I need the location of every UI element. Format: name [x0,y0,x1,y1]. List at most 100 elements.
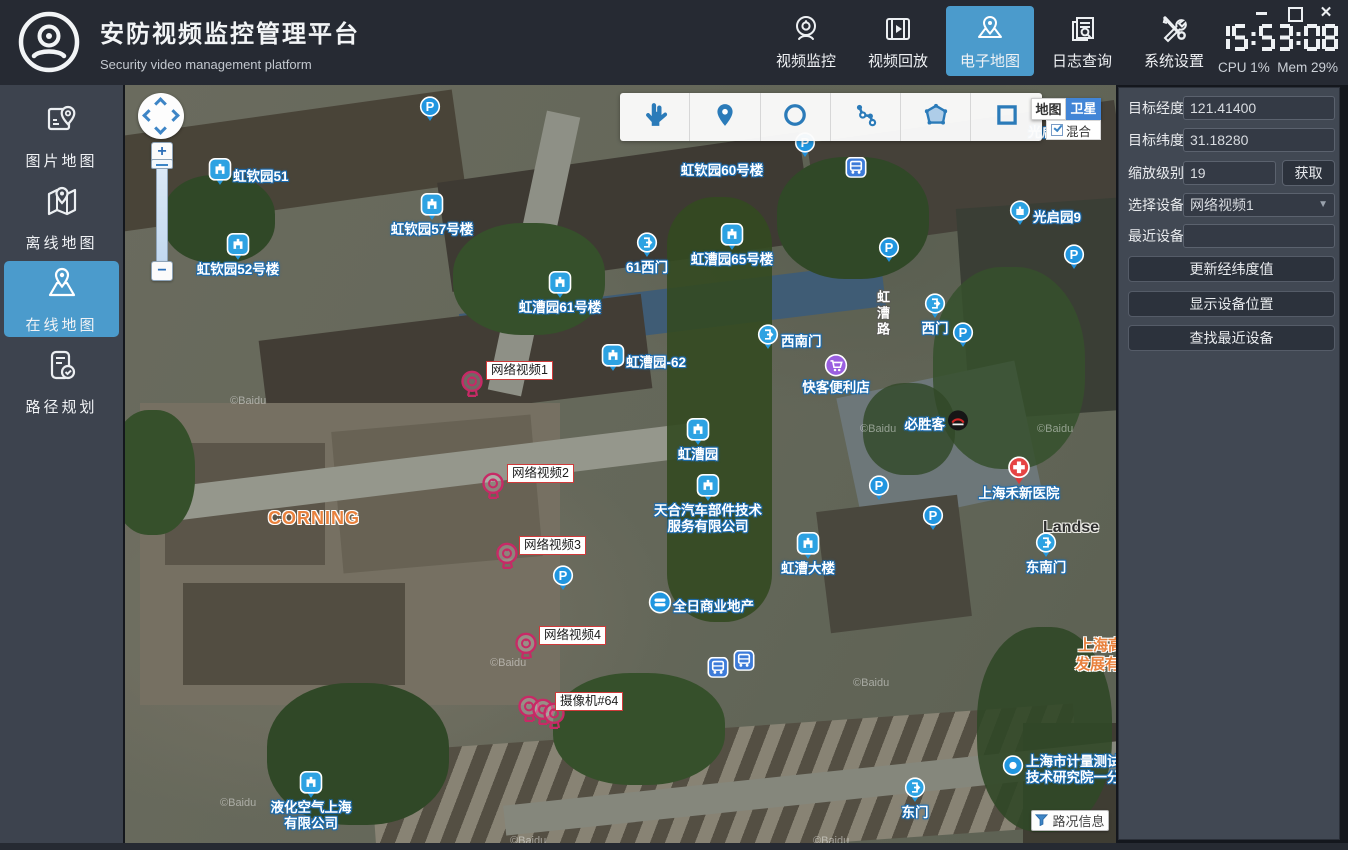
nav-label: 系统设置 [1144,50,1204,71]
sidebar-label: 在线地图 [25,314,97,335]
select-device-label: 选择设备 [1128,193,1184,217]
device-label[interactable]: 网络视频2 [507,464,574,483]
app-logo-icon [16,9,82,75]
zoom-level-row: 缩放级别 获取 [1128,161,1335,185]
nearest-device-input[interactable] [1183,224,1335,248]
poi-label: 虹漕园65号楼 [691,252,774,268]
nav-system-settings[interactable]: 系统设置 [1130,6,1218,76]
map-text-label: 虹漕路 [873,290,892,338]
nav-label: 视频回放 [868,50,928,71]
marker-tool-icon [712,102,738,133]
target-longitude-input[interactable] [1183,96,1335,120]
baidu-watermark: ©Baidu [510,835,546,843]
traffic-icon [1035,813,1048,829]
window-controls: ✕ [1254,6,1334,20]
poi-label: 虹漕园61号楼 [519,300,602,316]
circle-tool[interactable] [761,93,831,141]
nav-label: 日志查询 [1052,50,1112,71]
polygon-tool-icon [923,102,949,133]
target-longitude-row: 目标经度 [1128,96,1335,120]
zoom-slider-track[interactable] [156,163,168,263]
sidebar-item-route-planning[interactable]: 路径规划 [4,343,119,419]
device-label[interactable]: 网络视频1 [486,361,553,380]
target-latitude-row: 目标纬度 [1128,128,1335,152]
svg-text:P: P [929,508,938,523]
find-nearest-device-button[interactable]: 查找最近设备 [1128,325,1335,351]
drag-tool[interactable] [620,93,690,141]
sidebar-item-picture-map[interactable]: 图片地图 [4,97,119,173]
sidebar-item-offline-map[interactable]: 离线地图 [4,179,119,255]
left-sidebar: 图片地图 离线地图 在线地图 路径规划 [0,85,123,843]
parking-icon: P [420,96,441,127]
marker-tool[interactable] [690,93,760,141]
parking-icon: P [953,322,974,353]
app-title: 安防视频监控管理平台 [100,14,360,49]
nearest-device-row: 最近设备 [1128,224,1335,248]
header-bar: 安防视频监控管理平台 Security video management pla… [0,0,1348,85]
get-button[interactable]: 获取 [1282,160,1335,186]
zoom-out-button[interactable]: − [151,261,173,281]
pan-right-icon[interactable] [167,109,180,122]
poi-label: 虹漕园-62 [626,355,686,371]
parking-icon: P [879,237,900,268]
svg-text:P: P [426,99,435,114]
hybrid-checkbox[interactable]: 混合 [1046,120,1101,140]
nearest-device-label: 最近设备 [1128,224,1184,248]
parking-icon: P [1064,244,1085,275]
device-label[interactable]: 摄像机#64 [555,692,623,711]
zoom-slider-handle[interactable] [151,159,173,169]
building-icon [602,344,625,377]
zoom-level-input[interactable] [1183,161,1276,185]
poi-label: 快客便利店 [802,380,870,396]
poi-label: 61西门 [626,260,668,276]
poi-label: 虹钦园52号楼 [197,262,280,278]
hybrid-label: 混合 [1066,121,1091,140]
poi-label: 虹漕园 [678,447,719,463]
poi-label: 全日商业地产 [673,599,754,615]
nav-log-query[interactable]: 日志查询 [1038,6,1126,76]
camera-monitor-icon [789,12,823,46]
layer-satellite-button[interactable]: 卫星 [1066,98,1101,120]
pan-up-icon[interactable] [154,97,167,110]
poi-label: 天合汽车部件技术服务有限公司 [654,503,762,535]
map-pan-control[interactable] [138,93,184,139]
poi-label: 虹钦园57号楼 [391,222,474,238]
app-subtitle: Security video management platform [100,57,360,72]
map-canvas[interactable]: 光启虹漕路CORNINGLandse上海高发展有©Baidu©Baidu©Bai… [125,85,1116,843]
nav-video-monitor[interactable]: 视频监控 [762,6,850,76]
cpu-mem-stats: CPU 1% Mem 29% [1218,60,1338,75]
building-icon [797,532,820,565]
update-latlng-button[interactable]: 更新经纬度值 [1128,256,1335,282]
show-device-position-button[interactable]: 显示设备位置 [1128,291,1335,317]
building-icon [300,771,323,804]
traffic-info-button[interactable]: 路况信息 [1031,810,1109,831]
building-icon [687,418,710,451]
poi-label: 虹钦园51 [233,169,289,185]
picture-map-icon [42,100,82,145]
pan-down-icon[interactable] [154,122,167,135]
polygon-tool[interactable] [901,93,971,141]
device-label[interactable]: 网络视频4 [539,626,606,645]
device-label[interactable]: 网络视频3 [519,536,586,555]
polyline-tool[interactable] [831,93,901,141]
gate-icon [925,293,946,324]
poi-label: 虹漕大楼 [781,561,835,577]
pan-left-icon[interactable] [142,109,155,122]
gate-icon [758,324,779,355]
layer-map-button[interactable]: 地图 [1031,98,1066,120]
hand-tool-icon [642,102,668,133]
building-icon [227,233,250,266]
nav-electronic-map[interactable]: 电子地图 [946,6,1034,76]
target-latitude-input[interactable] [1183,128,1335,152]
close-button[interactable]: ✕ [1318,6,1334,20]
minimize-button[interactable] [1254,6,1270,20]
map-text-label: 发展有 [1075,653,1116,674]
maximize-button[interactable] [1286,6,1302,20]
device-select[interactable]: 网络视频1 ▼ [1183,193,1335,217]
bus-icon [708,657,729,683]
sidebar-item-online-map[interactable]: 在线地图 [4,261,119,337]
route-planning-icon [42,346,82,391]
svg-text:P: P [559,568,568,583]
nav-video-playback[interactable]: 视频回放 [854,6,942,76]
gate-icon [1036,532,1057,563]
